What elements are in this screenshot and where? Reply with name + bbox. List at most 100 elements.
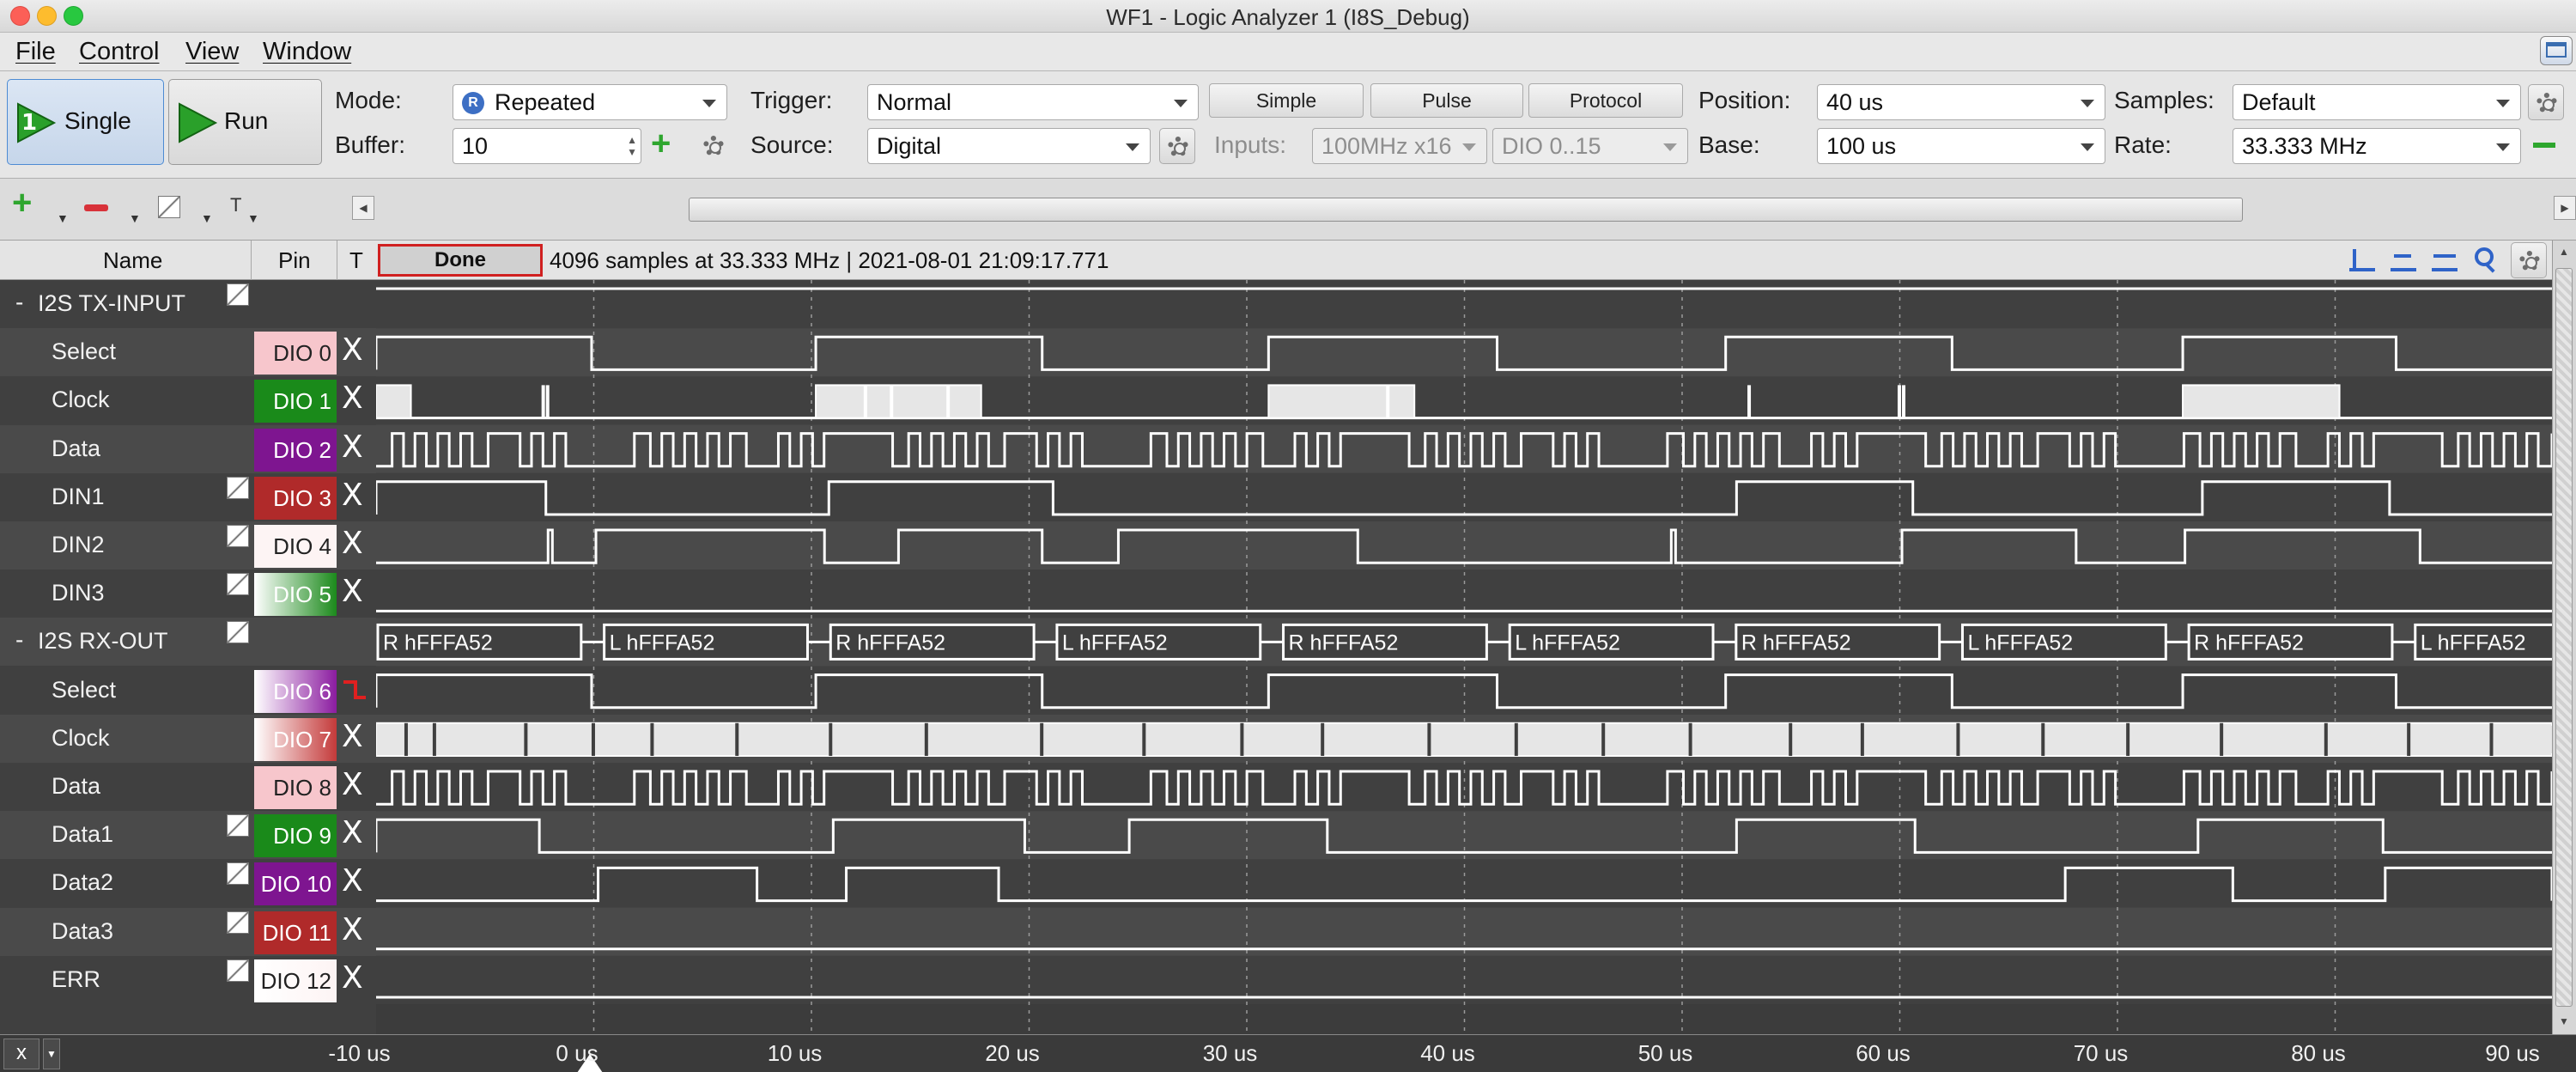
trigger-ignore-icon[interactable]: X (342, 381, 363, 416)
pin-badge[interactable]: DIO 9 (254, 814, 337, 858)
channel-edit-icon[interactable] (227, 959, 249, 982)
trigger-ignore-icon[interactable]: X (342, 527, 363, 561)
pin-badge[interactable]: DIO 1 (254, 380, 337, 423)
trigger-ignore-icon[interactable]: X (342, 816, 363, 850)
channel-edit-icon[interactable] (227, 814, 249, 838)
horizontal-scrollbar-thumb[interactable] (689, 198, 2243, 222)
scroll-up-button[interactable]: ▲ (2555, 242, 2573, 261)
pin-badge[interactable]: DIO 12 (254, 959, 337, 1002)
vertical-scrollbar[interactable]: ▲ ▼ (2552, 241, 2576, 1034)
cursor-list-icon[interactable] (2432, 249, 2458, 271)
channel-edit-icon[interactable] (158, 196, 180, 218)
channel-row[interactable]: DIN2 DIO 4X (0, 521, 376, 570)
menu-window[interactable]: Window (263, 38, 351, 66)
trigger-pulse-button[interactable]: Pulse (1370, 83, 1523, 118)
channel-row[interactable]: Clock DIO 1X (0, 376, 376, 425)
chevron-down-icon[interactable]: ▼ (201, 211, 213, 225)
channel-edit-icon[interactable] (227, 525, 249, 547)
axis-menu-chevron-down-icon[interactable]: ▼ (43, 1038, 60, 1069)
trigger-ignore-icon[interactable]: X (342, 575, 363, 609)
trigger-ignore-icon[interactable]: X (342, 960, 363, 996)
channel-row[interactable]: Data3 DIO 11 X (0, 907, 376, 956)
pin-badge[interactable]: DIO 5 (254, 573, 337, 617)
scroll-left-button[interactable]: ◀ (352, 196, 374, 220)
text-tool-icon[interactable]: T (230, 194, 241, 216)
channel-row[interactable]: Select DIO 0X (0, 328, 376, 377)
base-select[interactable]: 100 us (1817, 128, 2105, 164)
single-button[interactable]: 1 Single (7, 79, 164, 165)
axis-x-button[interactable]: x (3, 1038, 39, 1069)
channel-row[interactable]: Data DIO 8X (0, 763, 376, 811)
channel-row[interactable]: DIN3 DIO 5X (0, 570, 376, 618)
vertical-scrollbar-thumb[interactable] (2555, 268, 2573, 1007)
scroll-right-button[interactable]: ▶ (2554, 196, 2576, 220)
group-collapse-toggle[interactable]: - (15, 289, 23, 316)
pin-badge[interactable]: DIO 8 (254, 766, 337, 809)
channel-edit-icon[interactable] (227, 621, 249, 644)
run-button[interactable]: Run (168, 79, 322, 165)
group-collapse-toggle[interactable]: - (15, 626, 23, 654)
pin-badge[interactable]: DIO 0 (254, 332, 337, 375)
remove-channel-icon[interactable] (84, 204, 108, 211)
samples-settings-gear-icon[interactable] (2528, 84, 2564, 120)
trigger-ignore-icon[interactable]: X (342, 864, 363, 898)
spin-arrows-icon[interactable]: ▲ ▼ (627, 134, 637, 158)
buffer-spinbox[interactable]: 10 ▲ ▼ (453, 128, 641, 164)
pin-badge[interactable]: DIO 3 (254, 476, 337, 520)
scroll-down-button[interactable]: ▼ (2555, 1012, 2573, 1031)
pin-badge[interactable]: DIO 7 (254, 717, 337, 761)
rx-clock-segment (1603, 725, 1687, 753)
trigger-ignore-icon[interactable]: X (342, 768, 363, 802)
position-select[interactable]: 40 us (1817, 84, 2105, 120)
channel-edit-icon[interactable] (227, 911, 249, 934)
pin-badge[interactable]: DIO 2 (254, 428, 337, 472)
source-settings-gear-icon[interactable] (1159, 128, 1195, 164)
trigger-ignore-icon[interactable]: X (342, 719, 363, 754)
zoom-icon[interactable] (2473, 246, 2499, 273)
channel-edit-icon[interactable] (227, 476, 249, 499)
samples-select[interactable]: Default (2233, 84, 2521, 120)
channel-row[interactable]: Data DIO 2X (0, 424, 376, 473)
channel-group-row[interactable]: - I2S TX-INPUT (0, 280, 376, 328)
channel-edit-icon[interactable] (227, 862, 249, 886)
source-select[interactable]: Digital (867, 128, 1151, 164)
channel-row[interactable]: Clock DIO 7X (0, 714, 376, 763)
menu-view[interactable]: View (185, 38, 239, 66)
menu-file[interactable]: File (15, 38, 56, 66)
buffer-settings-gear-icon[interactable] (696, 128, 730, 162)
cursor-edge-icon[interactable] (2391, 249, 2416, 271)
pin-badge[interactable]: DIO 4 (254, 525, 337, 568)
mode-select[interactable]: R Repeated (453, 84, 727, 120)
channel-row[interactable]: ERR DIO 12 X (0, 955, 376, 1004)
trigger-ignore-icon[interactable]: X (342, 333, 363, 368)
remove-icon[interactable] (2533, 143, 2555, 148)
dock-window-icon[interactable] (2540, 36, 2573, 65)
channel-row[interactable]: Data2 DIO 10 X (0, 859, 376, 908)
trigger-falling-edge-icon[interactable] (342, 672, 368, 714)
channel-row[interactable]: DIN1 DIO 3X (0, 472, 376, 521)
chevron-down-icon[interactable]: ▼ (129, 211, 141, 225)
chevron-down-icon[interactable]: ▼ (247, 211, 259, 225)
channel-row[interactable]: Select DIO 6 (0, 666, 376, 715)
waveform-view[interactable]: R hFFFA52 L hFFFA52 R hFFFA52 L hFFFA52 R hF… (376, 280, 2552, 1034)
trigger-select[interactable]: Normal (867, 84, 1199, 120)
view-settings-gear-icon[interactable] (2511, 242, 2547, 278)
chevron-down-icon[interactable]: ▼ (57, 211, 69, 225)
trigger-ignore-icon[interactable]: X (342, 912, 363, 947)
add-icon[interactable]: + (651, 125, 671, 162)
pin-badge[interactable]: DIO 10 (254, 862, 337, 906)
trigger-simple-button[interactable]: Simple (1209, 83, 1364, 118)
add-channel-icon[interactable]: + (12, 184, 32, 222)
channel-row[interactable]: Data1 DIO 9X (0, 811, 376, 860)
pin-badge[interactable]: DIO 6 (254, 669, 337, 713)
menu-control[interactable]: Control (79, 38, 160, 66)
trigger-ignore-icon[interactable]: X (342, 478, 363, 513)
channel-group-row[interactable]: - I2S RX-OUT (0, 618, 376, 667)
trigger-protocol-button[interactable]: Protocol (1528, 83, 1683, 118)
trigger-ignore-icon[interactable]: X (342, 429, 363, 465)
channel-edit-icon[interactable] (227, 283, 249, 306)
rate-select[interactable]: 33.333 MHz (2233, 128, 2521, 164)
channel-edit-icon[interactable] (227, 573, 249, 596)
pin-badge[interactable]: DIO 11 (254, 911, 337, 954)
cursor-add-icon[interactable] (2349, 249, 2375, 271)
